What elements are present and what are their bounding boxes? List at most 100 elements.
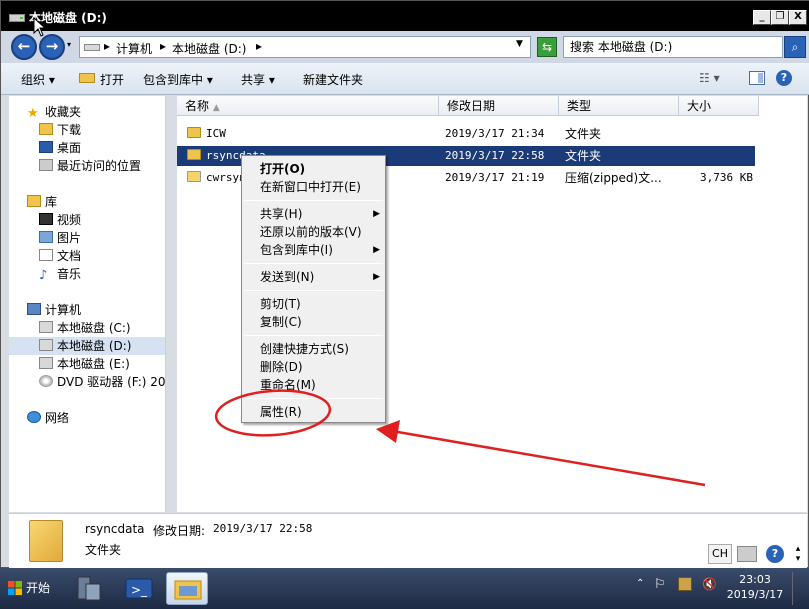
column-name[interactable]: 名称 ▲: [177, 96, 439, 116]
context-menu: 打开(O) 在新窗口中打开(E) 共享(H) ▶ 还原以前的版本(V) 包含到库中…: [241, 155, 386, 423]
sort-ascending-icon: ▲: [212, 103, 220, 113]
close-button[interactable]: X: [789, 10, 807, 25]
recent-places-icon: [39, 159, 53, 171]
menu-item-cut[interactable]: 剪切(T): [260, 295, 301, 313]
nav-drive-f[interactable]: DVD 驱动器 (F:) 20: [39, 373, 165, 391]
chevron-right-icon[interactable]: ▸: [256, 39, 262, 53]
menu-item-share[interactable]: 共享(H) ▶: [260, 205, 380, 223]
menu-item-open[interactable]: 打开(O): [260, 160, 305, 178]
new-folder-button[interactable]: 新建文件夹: [303, 71, 363, 88]
menu-separator: [244, 290, 383, 291]
menu-item-properties[interactable]: 属性(R): [260, 403, 302, 421]
drive-icon: [39, 357, 53, 369]
drive-icon: [39, 339, 53, 351]
menu-item-delete[interactable]: 删除(D): [260, 358, 303, 376]
server-manager-icon[interactable]: [68, 572, 110, 605]
details-name: rsyncdata: [85, 522, 145, 536]
nav-drive-e[interactable]: 本地磁盘 (E:): [39, 355, 165, 373]
search-input[interactable]: 搜索 本地磁盘 (D:): [563, 36, 783, 58]
column-type[interactable]: 类型: [559, 96, 679, 116]
language-indicator[interactable]: CH: [708, 544, 732, 564]
restore-button[interactable]: ❐: [771, 10, 789, 25]
open-folder-icon: [79, 73, 95, 83]
preview-pane-icon[interactable]: [749, 71, 765, 85]
menu-item-copy[interactable]: 复制(C): [260, 313, 302, 331]
downloads-icon: [39, 123, 53, 135]
title-bar[interactable]: 本地磁盘 (D:) _ ❐ X: [1, 1, 809, 31]
menu-item-send-to[interactable]: 发送到(N) ▶: [260, 268, 380, 286]
nav-computer[interactable]: 计算机: [27, 301, 165, 319]
options-chevron-icon[interactable]: ▴ ▾: [792, 544, 804, 564]
action-center-flag-icon[interactable]: ⚐: [654, 577, 666, 592]
nav-network[interactable]: 网络: [27, 409, 165, 427]
show-desktop-button[interactable]: [792, 572, 806, 605]
mouse-cursor-icon: [33, 17, 47, 37]
back-button[interactable]: ←: [11, 34, 37, 60]
network-status-icon[interactable]: [678, 577, 692, 591]
menu-item-include-library[interactable]: 包含到库中(I) ▶: [260, 241, 380, 259]
nav-documents[interactable]: 文档: [39, 247, 165, 265]
menu-item-create-shortcut[interactable]: 创建快捷方式(S): [260, 340, 349, 358]
nav-favorites[interactable]: ★ 收藏夹: [27, 103, 165, 121]
refresh-button[interactable]: ⇆: [537, 37, 557, 57]
powershell-icon[interactable]: >_: [118, 572, 160, 605]
keyboard-icon[interactable]: [737, 546, 757, 562]
details-modified-value: 2019/3/17 22:58: [213, 522, 313, 535]
volume-muted-icon[interactable]: 🔇: [702, 577, 717, 591]
start-button[interactable]: 开始: [4, 575, 56, 601]
recent-pages-chevron-icon[interactable]: ▾: [67, 40, 71, 49]
file-date: 2019/3/17 21:19: [445, 171, 545, 184]
submenu-arrow-icon: ▶: [373, 272, 380, 282]
drive-icon: [84, 44, 100, 51]
open-button[interactable]: 打开: [100, 71, 124, 88]
menu-separator: [244, 263, 383, 264]
breadcrumb-computer[interactable]: 计算机: [116, 40, 152, 57]
nav-drive-c[interactable]: 本地磁盘 (C:): [39, 319, 165, 337]
share-button[interactable]: 共享 ▾: [241, 71, 275, 88]
command-toolbar: 组织 ▾ 打开 包含到库中 ▾ 共享 ▾ 新建文件夹 ☷ ▾ ?: [1, 63, 809, 95]
view-options-icon[interactable]: ☷ ▾: [699, 71, 720, 85]
large-folder-icon: [29, 520, 63, 562]
help-icon[interactable]: ?: [776, 70, 792, 86]
details-modified-label: 修改日期:: [153, 524, 206, 538]
nav-downloads[interactable]: 下载: [39, 121, 165, 139]
address-dropdown-icon[interactable]: ▼: [516, 39, 523, 49]
file-name: ICW: [206, 127, 226, 140]
nav-drive-d[interactable]: 本地磁盘 (D:): [9, 337, 165, 355]
folder-icon: [187, 146, 201, 166]
help-icon[interactable]: ?: [766, 545, 784, 563]
menu-item-rename[interactable]: 重命名(M): [260, 376, 316, 394]
column-size[interactable]: 大小: [679, 96, 759, 116]
chevron-right-icon[interactable]: ▸: [160, 39, 166, 53]
network-icon: [27, 411, 41, 423]
include-library-button[interactable]: 包含到库中 ▾: [143, 71, 213, 88]
system-clock[interactable]: 23:03 2019/3/17: [724, 572, 786, 602]
file-size: 3,736 KB: [700, 171, 753, 184]
menu-item-open-new-window[interactable]: 在新窗口中打开(E): [260, 178, 361, 196]
computer-icon: [27, 303, 41, 315]
zip-folder-icon: [187, 168, 201, 188]
organize-button[interactable]: 组织 ▾: [21, 71, 55, 88]
nav-recent[interactable]: 最近访问的位置: [39, 157, 165, 175]
address-bar[interactable]: ▸ 计算机 ▸ 本地磁盘 (D:) ▸ ▼: [79, 36, 531, 58]
column-date[interactable]: 修改日期: [439, 96, 559, 116]
nav-videos[interactable]: 视频: [39, 211, 165, 229]
nav-music[interactable]: ♪ 音乐: [39, 265, 165, 283]
show-hidden-icons-icon[interactable]: ⌃: [636, 578, 644, 589]
nav-pictures[interactable]: 图片: [39, 229, 165, 247]
nav-desktop[interactable]: 桌面: [39, 139, 165, 157]
details-type: 文件夹: [85, 543, 122, 557]
drive-icon: [9, 14, 25, 22]
table-row[interactable]: ICW 2019/3/17 21:34 文件夹: [177, 124, 755, 144]
nav-libraries[interactable]: 库: [27, 193, 165, 211]
chevron-right-icon[interactable]: ▸: [104, 39, 110, 53]
file-name: cwrsyn: [206, 171, 246, 184]
breadcrumb-drive-d[interactable]: 本地磁盘 (D:): [172, 40, 246, 57]
star-icon: ★: [27, 106, 39, 121]
menu-item-restore-versions[interactable]: 还原以前的版本(V): [260, 223, 362, 241]
forward-button[interactable]: →: [39, 34, 65, 60]
explorer-taskbar-icon[interactable]: [166, 572, 208, 605]
search-icon[interactable]: ⌕: [784, 36, 806, 58]
address-row: ← → ▾ ▸ 计算机 ▸ 本地磁盘 (D:) ▸ ▼ ⇆ 搜索 本地磁盘 (D…: [1, 31, 809, 63]
minimize-button[interactable]: _: [753, 10, 771, 25]
